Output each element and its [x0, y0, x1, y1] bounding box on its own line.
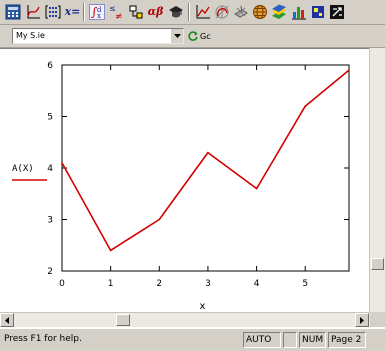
polar-plot-icon[interactable] [212, 2, 231, 21]
calculus-icon[interactable]: ∫ d x [87, 2, 106, 21]
evaluation-label: x= [64, 5, 81, 18]
graph-icon[interactable] [23, 2, 42, 21]
toolbar-separator [83, 3, 85, 21]
x-tick-label: 4 [254, 279, 260, 289]
horizontal-scrollbar[interactable] [0, 312, 370, 327]
data-point [158, 218, 161, 221]
y-axis-label: A(X) [12, 164, 34, 174]
series-line[interactable] [61, 69, 350, 252]
x-axis-label: x [200, 301, 206, 312]
boolean-icon[interactable]: ≤ ≠ [106, 2, 125, 21]
chevron-down-icon[interactable] [170, 29, 183, 43]
evaluation-icon[interactable]: x= [63, 2, 82, 21]
x-tick-label: 1 [108, 279, 114, 289]
style-select-value: My S.ie [16, 31, 45, 40]
math-toolbar: x= ∫ d x ≤ ≠ αβ [0, 0, 385, 25]
worksheet[interactable]: 0 1 2 3 4 5 2 3 4 5 6 x A(X) [0, 48, 385, 329]
greek-icon[interactable]: αβ [146, 2, 165, 21]
arrow-right-icon [360, 316, 364, 324]
refresh-icon [188, 31, 198, 41]
arrow-left-icon [5, 316, 9, 324]
style-select[interactable]: My S.ie [12, 28, 184, 44]
y-tick-label: 5 [47, 113, 53, 123]
x-tick-label: 5 [302, 279, 308, 289]
bar-plot-icon[interactable] [289, 2, 308, 21]
status-help-text: Press F1 for help. [4, 334, 82, 344]
globe-icon[interactable] [250, 2, 269, 21]
calculator-icon[interactable] [3, 2, 22, 21]
vector-field-icon[interactable] [327, 2, 346, 21]
toolbar-separator [188, 3, 190, 21]
y-tick-label: 2 [47, 267, 53, 277]
format-toolbar: My S.ie Gc [0, 25, 385, 48]
data-point [304, 105, 307, 107]
status-page: Page 2 [328, 332, 366, 348]
data-point [61, 162, 63, 164]
y-tick-label: 4 [47, 164, 53, 174]
data-point [207, 151, 209, 154]
scrollbar-corner [370, 312, 385, 327]
status-empty-pane [283, 332, 297, 348]
svg-text:x: x [97, 12, 101, 20]
xy-plot[interactable]: 0 1 2 3 4 5 2 3 4 5 6 x A(X) [0, 49, 370, 312]
symbolic-icon[interactable] [166, 2, 185, 21]
status-num: NUM [299, 332, 326, 348]
vertical-scrollbar[interactable] [369, 48, 385, 312]
matrix-icon[interactable] [43, 2, 62, 21]
data-point [348, 69, 350, 71]
contour-plot-icon[interactable] [269, 2, 288, 21]
scroll-right-button[interactable] [355, 313, 369, 327]
x-tick-label: 0 [59, 279, 65, 289]
vertical-scroll-thumb[interactable] [371, 258, 384, 270]
scatter-plot-icon[interactable] [308, 2, 327, 21]
status-bar: Press F1 for help. AUTO NUM Page 2 [0, 328, 385, 351]
greek-label: αβ [147, 5, 164, 18]
horizontal-scroll-thumb[interactable] [116, 314, 130, 326]
programming-icon[interactable] [126, 2, 145, 21]
data-point [109, 249, 112, 252]
y-tick-label: 3 [47, 216, 53, 226]
scroll-left-button[interactable] [0, 313, 14, 327]
svg-text:≠: ≠ [115, 12, 123, 20]
x-tick-label: 3 [205, 279, 211, 289]
data-point [255, 187, 258, 190]
go-label: Gc [200, 31, 211, 41]
status-mode: AUTO [243, 332, 281, 348]
go-button[interactable]: Gc [187, 28, 211, 44]
x-tick-label: 2 [156, 279, 162, 289]
xy-plot-icon[interactable] [193, 2, 212, 21]
surface-plot-icon[interactable] [231, 2, 250, 21]
y-tick-label: 6 [47, 61, 53, 71]
